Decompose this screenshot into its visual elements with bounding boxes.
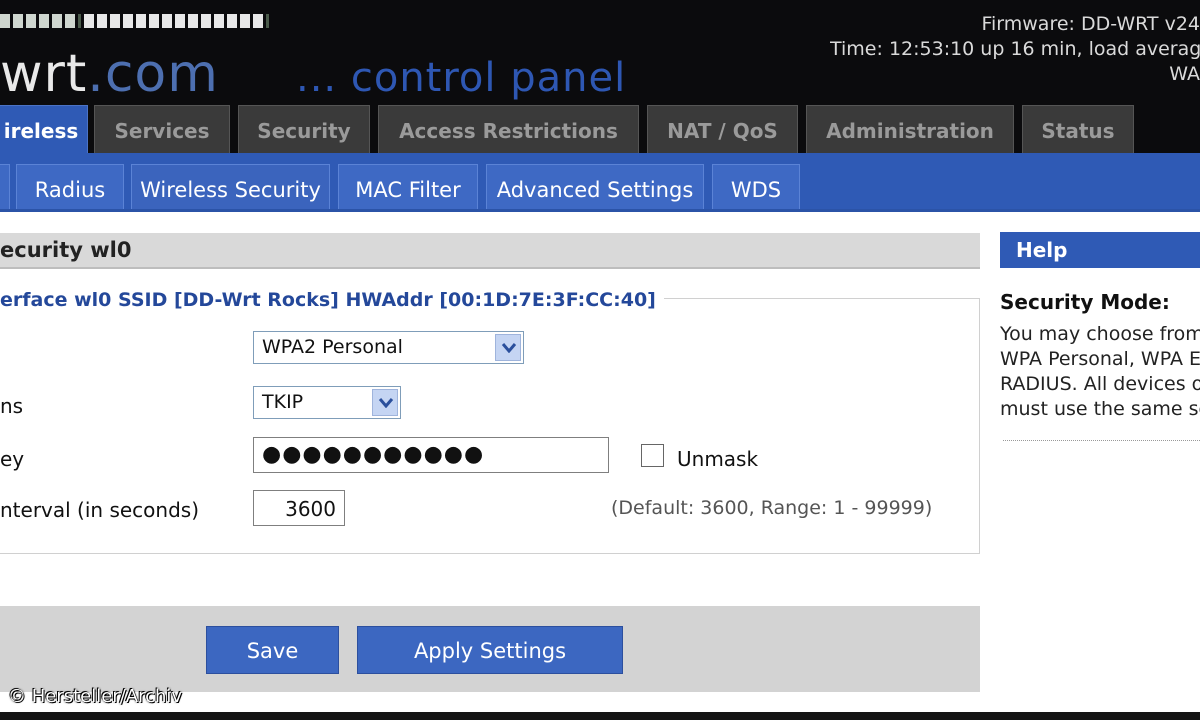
help-title: Security Mode: bbox=[1000, 290, 1170, 314]
help-header-title: Help bbox=[1016, 238, 1068, 262]
firmware-text: Firmware: DD-WRT v24 bbox=[981, 13, 1200, 35]
shared-key-value: ●●●●●●●●●●● bbox=[262, 442, 485, 467]
key-renewal-input[interactable]: 3600 bbox=[253, 490, 345, 526]
subtab-basic-settings[interactable] bbox=[0, 164, 10, 211]
tab-services[interactable]: Services bbox=[94, 105, 230, 153]
algorithms-value: TKIP bbox=[262, 391, 304, 413]
tab-access-restrictions[interactable]: Access Restrictions bbox=[378, 105, 639, 153]
interface-legend: erface wl0 SSID [DD-Wrt Rocks] HWAddr [0… bbox=[0, 289, 664, 311]
apply-settings-button[interactable]: Apply Settings bbox=[357, 626, 623, 674]
help-line: WPA Personal, WPA E bbox=[1000, 348, 1200, 370]
logo-text: wrt bbox=[0, 44, 88, 104]
shared-key-label: ey bbox=[0, 447, 25, 471]
security-mode-select[interactable]: WPA2 Personal bbox=[253, 331, 524, 364]
copyright-watermark: © Hersteller/Archiv bbox=[8, 686, 183, 707]
chevron-down-icon bbox=[372, 389, 398, 416]
tab-security[interactable]: Security bbox=[238, 105, 370, 153]
sub-tab-underline bbox=[0, 209, 1200, 212]
help-line: RADIUS. All devices o bbox=[1000, 373, 1200, 395]
footer-bar bbox=[0, 712, 1200, 720]
subtab-mac-filter[interactable]: MAC Filter bbox=[338, 164, 478, 211]
subtab-radius[interactable]: Radius bbox=[16, 164, 124, 211]
help-line: You may choose from bbox=[1000, 323, 1200, 345]
control-panel-title: ... control panel bbox=[296, 55, 627, 101]
header-banner: wrt.com ... control panel Firmware: DD-W… bbox=[0, 0, 1200, 105]
logo: wrt.com bbox=[0, 48, 219, 100]
router-info: Firmware: DD-WRT v24 Time: 12:53:10 up 1… bbox=[830, 12, 1200, 87]
section-title: ecurity wl0 bbox=[0, 238, 132, 262]
key-renewal-hint: (Default: 3600, Range: 1 - 99999) bbox=[611, 497, 933, 519]
tab-nat-qos[interactable]: NAT / QoS bbox=[647, 105, 798, 153]
subtab-wds[interactable]: WDS bbox=[712, 164, 800, 211]
help-divider bbox=[1003, 440, 1200, 441]
wan-text: WA bbox=[1169, 63, 1200, 85]
save-button[interactable]: Save bbox=[206, 626, 339, 674]
chevron-down-icon bbox=[495, 334, 521, 361]
tab-wireless[interactable]: ireless bbox=[0, 105, 88, 155]
tab-status[interactable]: Status bbox=[1022, 105, 1134, 153]
key-renewal-value: 3600 bbox=[285, 497, 336, 521]
main-tab-bar: ireless Services Security Access Restric… bbox=[0, 105, 1200, 155]
section-header: ecurity wl0 bbox=[0, 233, 980, 269]
logo-pixel-blocks bbox=[0, 14, 269, 28]
key-renewal-label: nterval (in seconds) bbox=[0, 498, 199, 522]
unmask-checkbox[interactable] bbox=[641, 444, 664, 467]
subtab-wireless-security[interactable]: Wireless Security bbox=[131, 164, 330, 211]
security-mode-value: WPA2 Personal bbox=[262, 336, 403, 358]
help-line: must use the same se bbox=[1000, 398, 1200, 420]
subtab-advanced-settings[interactable]: Advanced Settings bbox=[486, 164, 704, 211]
algorithms-select[interactable]: TKIP bbox=[253, 386, 401, 419]
sub-tab-bar: Radius Wireless Security MAC Filter Adva… bbox=[0, 153, 1200, 211]
shared-key-input[interactable]: ●●●●●●●●●●● bbox=[253, 437, 609, 473]
help-header: Help bbox=[1000, 232, 1200, 268]
algorithms-label: ns bbox=[0, 394, 24, 418]
uptime-text: Time: 12:53:10 up 16 min, load averag bbox=[830, 38, 1200, 60]
help-text: You may choose from WPA Personal, WPA E … bbox=[1000, 322, 1200, 422]
tab-administration[interactable]: Administration bbox=[806, 105, 1014, 153]
unmask-label[interactable]: Unmask bbox=[677, 447, 758, 471]
logo-suffix: .com bbox=[87, 44, 219, 104]
